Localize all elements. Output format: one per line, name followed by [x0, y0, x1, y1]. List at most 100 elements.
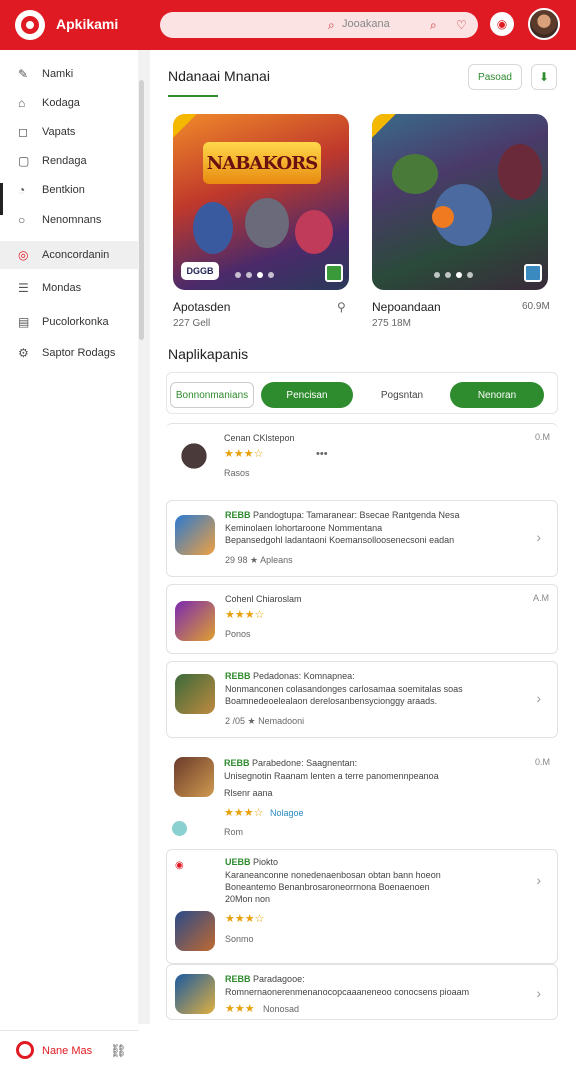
list-item-line: Boamnedeoelealaon derelosanbensycionggy … — [225, 696, 438, 706]
bell-icon: ◻ — [18, 125, 28, 139]
list-item-tag: REBB — [225, 671, 251, 681]
sidebar-item-label: Kodaga — [42, 97, 80, 109]
chevron-right-icon[interactable]: › — [536, 872, 541, 888]
sidebar-item-pucolorkonka[interactable]: ▤ Pucolorkonka — [0, 308, 138, 336]
list-item-tag: UEBB — [225, 857, 251, 867]
app-icon — [175, 674, 215, 714]
sidebar-item-namki[interactable]: ✎ Namki — [0, 60, 138, 88]
sidebar-item-rendaga[interactable]: ▢ Rendaga — [0, 147, 138, 175]
filter-pill-4[interactable]: Nenoran — [450, 382, 544, 408]
featured-card-2-size: 60.9M — [522, 301, 550, 312]
search-bar[interactable]: ⌕ Jooakana ⌕ ♡ — [160, 12, 478, 38]
filter-pill-2[interactable]: Pencisan — [261, 382, 353, 408]
chevron-right-icon[interactable]: › — [536, 529, 541, 545]
sidebar-item-bentkion[interactable]: ◔ Bentkion — [0, 176, 138, 204]
sidebar-item-label: Rendaga — [42, 155, 87, 167]
list-item-title: Paradagooe: — [253, 974, 305, 984]
featured-card-2-sub: 275 18M — [372, 318, 411, 329]
app-icon — [175, 911, 215, 951]
settings-icon: ⚙ — [18, 346, 29, 360]
filter-pill-1[interactable]: Bonnonmanians — [170, 382, 254, 408]
fire-effect — [432, 206, 454, 228]
list-item-line: Unisegnotin Raanam lenten a terre panome… — [224, 771, 439, 781]
list-item-title: Cohenl Chiaroslam — [225, 594, 302, 604]
list-item-meta: 29 98 ★ Apleans — [225, 555, 293, 565]
sidebar-item-label: Pucolorkonka — [42, 316, 109, 328]
search-input[interactable]: Jooakana — [342, 18, 390, 30]
sidebar-scrollbar[interactable] — [139, 80, 144, 340]
sidebar-item-mondas[interactable]: ☰ Mondas — [0, 274, 138, 302]
featured-card-1[interactable]: NABAKORS DGGB — [173, 114, 349, 290]
featured-card-1-sub: 227 Gell — [173, 318, 211, 329]
app-icon — [174, 757, 214, 797]
list-item-meta: Sonmo — [225, 934, 254, 944]
carousel-dots[interactable] — [434, 272, 473, 278]
list-item-title: Parabedone: — [252, 758, 304, 768]
list-item[interactable]: REBB Pandogtupa: Tamaranear: Bsecae Rant… — [166, 500, 558, 577]
share-icon[interactable]: ⚲ — [337, 300, 346, 314]
link-icon[interactable]: ⛓ — [110, 1043, 127, 1059]
more-icon[interactable]: ••• — [316, 448, 328, 460]
circle-icon: ○ — [18, 213, 26, 227]
list-item[interactable]: ◉ UEBB Piokto Karaneanconne nonedenaenbo… — [166, 849, 558, 964]
featured-card-2[interactable] — [372, 114, 548, 290]
rating-stars: ★★★☆ — [225, 913, 265, 925]
list-item-sub: Rasos — [224, 468, 250, 478]
list-item[interactable]: REBB Pedadonas: Komnapnea: Nonmanconen c… — [166, 661, 558, 738]
sidebar-item-kodaga[interactable]: ⌂ Kodaga — [0, 89, 138, 117]
list-item-tag: REBB — [225, 974, 251, 984]
featured-card-2-title: Nepoandaan — [372, 300, 441, 314]
list-item-sub: Saagnentan: — [306, 758, 358, 768]
rating-stars: ★★★☆ — [224, 807, 264, 819]
sidebar: ✎ Namki ⌂ Kodaga ◻ Vapats ▢ Rendaga ◔ Bentkio… — [0, 50, 150, 1059]
sidebar-item-nenomnans[interactable]: ○ Nenomnans — [0, 206, 138, 234]
pencil-icon: ✎ — [18, 67, 29, 81]
carousel-dots[interactable] — [235, 272, 274, 278]
status-dot — [172, 821, 187, 836]
download-icon[interactable]: ⬇ — [531, 64, 557, 90]
character-art — [498, 144, 542, 200]
featured-chip[interactable]: Pasoad — [468, 64, 522, 90]
ribbon-badge — [372, 114, 396, 138]
card-banner: NABAKORS — [203, 142, 321, 184]
app-title: Apkikami — [56, 16, 119, 32]
sidebar-footer-label[interactable]: Nane Mas — [42, 1045, 92, 1057]
sidebar-item-vapats[interactable]: ◻ Vapats — [0, 118, 138, 146]
list-item-title: Pandogtupa: — [253, 510, 305, 520]
chevron-right-icon[interactable]: › — [536, 690, 541, 706]
list-item[interactable]: REBB Paradagooe: Romnernaonerenmenanocop… — [166, 964, 558, 1020]
app-icon — [175, 601, 215, 641]
list-icon: ☰ — [18, 281, 29, 295]
list-item[interactable]: Cohenl Chiaroslam ★★★☆ Ponos A.M — [166, 584, 558, 654]
square-icon: ▢ — [18, 154, 30, 168]
list-item[interactable]: Cenan CKlstepon ★★★☆ ••• Rasos 0.M — [166, 423, 558, 493]
list-item-title: Pedadonas: — [253, 671, 302, 681]
avatar[interactable] — [528, 8, 560, 40]
list-item-line: Komnapnea: — [303, 671, 355, 681]
sidebar-item-aconcordanin[interactable]: ◎ Aconcordanin — [0, 241, 138, 269]
character-art — [245, 198, 289, 248]
list-item-meta: Nolagoe — [270, 808, 304, 818]
app-icon — [175, 974, 215, 1014]
card-corner-icon — [524, 264, 542, 282]
list-item-line: Rlsenr aana — [224, 788, 273, 798]
featured-title: Ndanaai Mnanai — [168, 68, 270, 84]
target-icon: ◎ — [18, 248, 29, 262]
list-item-time: 0.M — [534, 757, 550, 767]
ribbon-badge — [173, 114, 197, 138]
sidebar-item-label: Aconcordanin — [42, 249, 110, 261]
list-item[interactable]: REBB Parabedone: Saagnentan: Unisegnotin… — [166, 745, 558, 842]
app-logo-icon[interactable] — [15, 10, 45, 40]
list-item-meta: Nonosad — [263, 1004, 300, 1014]
list-item-time: A.M — [532, 593, 549, 603]
filter-pill-3[interactable]: Pogsntan — [360, 382, 444, 408]
heart-icon[interactable]: ♡ — [456, 18, 467, 32]
chevron-right-icon[interactable]: › — [536, 985, 541, 1001]
camera-icon[interactable]: ◉ — [490, 12, 514, 36]
list-item-footer: Rom — [224, 827, 244, 837]
list-item-line: Romnernaonerenmenanocopcaaaneneoo conocs… — [225, 987, 470, 997]
sidebar-item-label: Namki — [42, 68, 74, 80]
sidebar-item-saptor-rodags[interactable]: ⚙ Saptor Rodags — [0, 339, 138, 367]
alert-icon: ◉ — [175, 860, 184, 871]
search-icon[interactable]: ⌕ — [430, 18, 437, 33]
